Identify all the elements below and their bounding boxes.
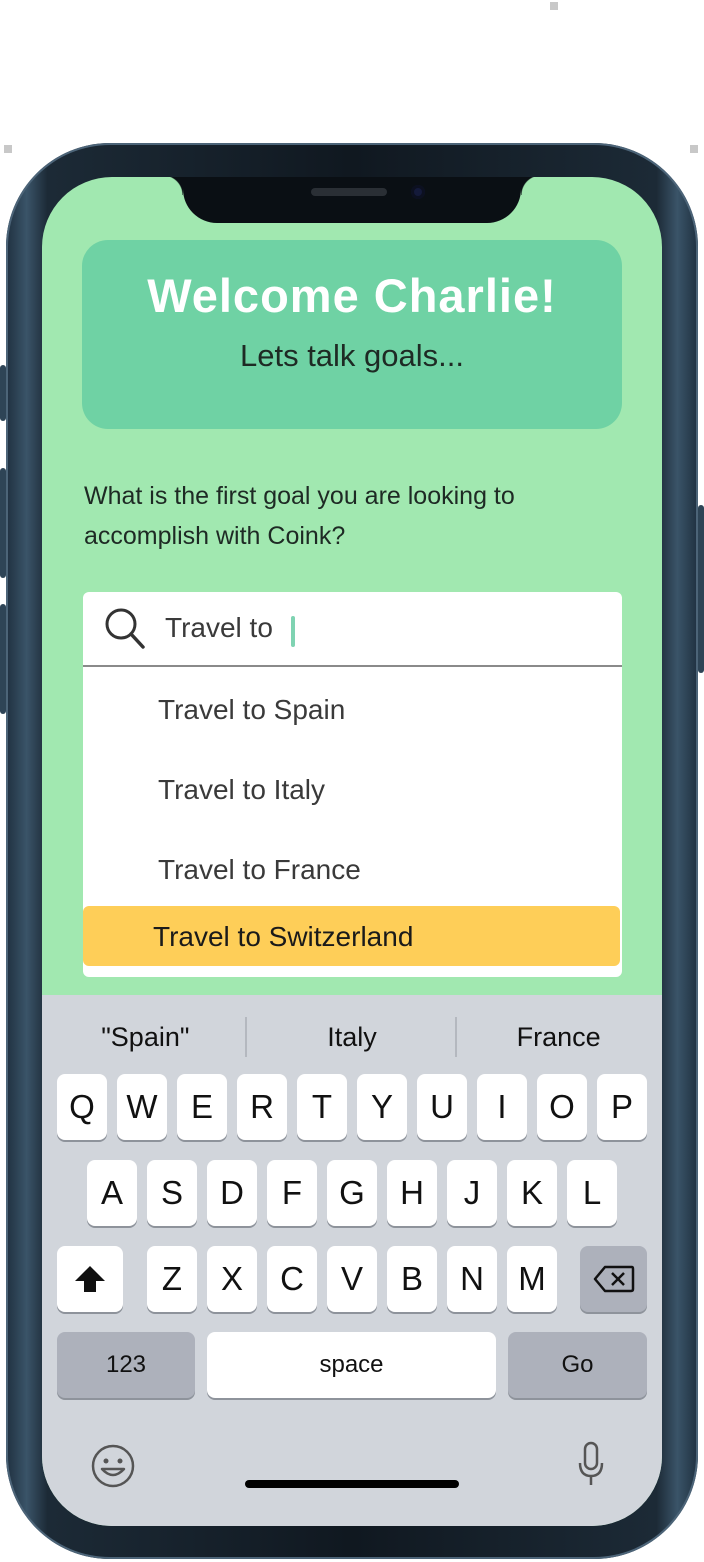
key-w[interactable]: W <box>117 1074 167 1140</box>
key-y[interactable]: Y <box>357 1074 407 1140</box>
goal-question: What is the first goal you are looking t… <box>84 482 515 550</box>
corner-mark <box>550 2 558 10</box>
welcome-title: Welcome Charlie! <box>147 269 557 322</box>
prediction-divider <box>245 1017 247 1057</box>
prediction-item[interactable]: "Spain" <box>42 995 249 1079</box>
shift-key[interactable] <box>57 1246 123 1312</box>
search-input[interactable]: Travel to <box>165 612 273 644</box>
key-c[interactable]: C <box>267 1246 317 1312</box>
prediction-item[interactable]: Italy <box>249 995 456 1079</box>
key-q[interactable]: Q <box>57 1074 107 1140</box>
key-b[interactable]: B <box>387 1246 437 1312</box>
key-g[interactable]: G <box>327 1160 377 1226</box>
key-l[interactable]: L <box>567 1160 617 1226</box>
suggestion-item[interactable]: Travel to France <box>158 854 361 886</box>
suggestion-item[interactable]: Travel to Italy <box>158 774 325 806</box>
key-p[interactable]: P <box>597 1074 647 1140</box>
key-m[interactable]: M <box>507 1246 557 1312</box>
key-u[interactable]: U <box>417 1074 467 1140</box>
home-indicator <box>245 1480 459 1488</box>
text-caret <box>291 616 295 647</box>
corner-mark <box>4 145 12 153</box>
corner-mark <box>690 145 698 153</box>
goal-search-box: Travel to Travel to Spain Travel to Ital… <box>83 592 622 977</box>
phone-screen: Welcome Charlie! Lets talk goals... What… <box>42 177 662 1526</box>
key-h[interactable]: H <box>387 1160 437 1226</box>
prediction-bar: "Spain" Italy France <box>42 995 662 1079</box>
key-d[interactable]: D <box>207 1160 257 1226</box>
key-t[interactable]: T <box>297 1074 347 1140</box>
backspace-key[interactable] <box>580 1246 647 1312</box>
keyboard: "Spain" Italy France Q W E R T Y U I O P… <box>42 995 662 1526</box>
key-s[interactable]: S <box>147 1160 197 1226</box>
numbers-key[interactable]: 123 <box>57 1332 195 1398</box>
key-v[interactable]: V <box>327 1246 377 1312</box>
key-k[interactable]: K <box>507 1160 557 1226</box>
search-row[interactable]: Travel to <box>83 592 622 667</box>
emoji-icon[interactable] <box>90 1443 136 1489</box>
key-z[interactable]: Z <box>147 1246 197 1312</box>
phone-side-button <box>698 505 704 673</box>
suggestion-item-highlighted[interactable]: Travel to Switzerland <box>83 906 620 966</box>
key-x[interactable]: X <box>207 1246 257 1312</box>
key-n[interactable]: N <box>447 1246 497 1312</box>
key-i[interactable]: I <box>477 1074 527 1140</box>
go-key[interactable]: Go <box>508 1332 647 1398</box>
key-j[interactable]: J <box>447 1160 497 1226</box>
microphone-icon[interactable] <box>578 1441 604 1487</box>
key-r[interactable]: R <box>237 1074 287 1140</box>
shift-icon <box>75 1266 105 1292</box>
space-key[interactable]: space <box>207 1332 496 1398</box>
key-e[interactable]: E <box>177 1074 227 1140</box>
key-o[interactable]: O <box>537 1074 587 1140</box>
phone-notch <box>163 177 541 223</box>
front-camera <box>411 185 425 199</box>
key-f[interactable]: F <box>267 1160 317 1226</box>
welcome-subtitle: Lets talk goals... <box>239 338 464 373</box>
backspace-icon <box>593 1265 634 1293</box>
prediction-item[interactable]: France <box>455 995 662 1079</box>
prediction-divider <box>455 1017 457 1057</box>
key-a[interactable]: A <box>87 1160 137 1226</box>
speaker-grille <box>311 188 387 196</box>
welcome-card: Welcome Charlie! Lets talk goals... <box>82 240 622 429</box>
suggestion-item[interactable]: Travel to Spain <box>158 694 345 726</box>
search-icon <box>105 608 145 649</box>
